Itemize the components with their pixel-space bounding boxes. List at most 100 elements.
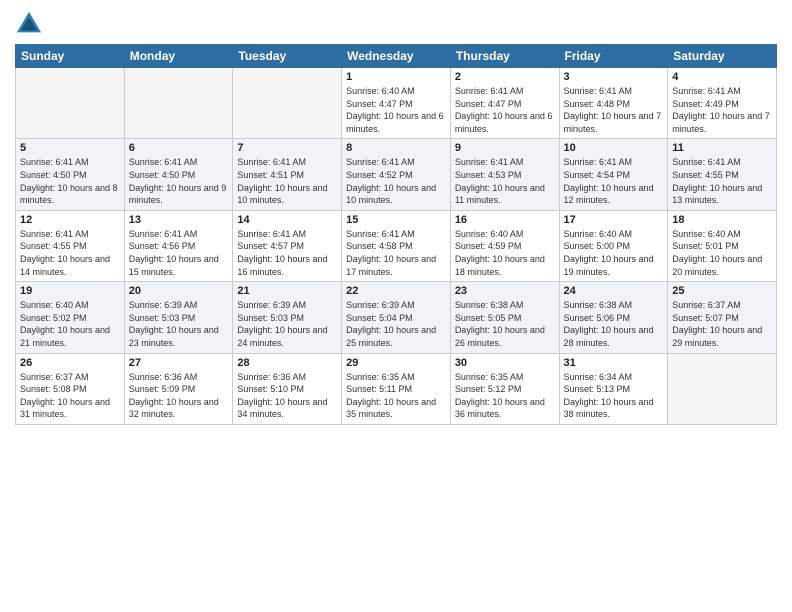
calendar-cell: 23 Sunrise: 6:38 AMSunset: 5:05 PMDayligh… [450,282,559,353]
sunset-text: Sunset: 4:56 PM [129,241,196,251]
daylight-text: Daylight: 10 hours and 35 minutes. [346,397,436,420]
day-number: 15 [346,214,446,226]
day-info: Sunrise: 6:40 AMSunset: 4:59 PMDaylight:… [455,228,555,278]
sunset-text: Sunset: 4:51 PM [237,170,304,180]
calendar-week-row: 19 Sunrise: 6:40 AMSunset: 5:02 PMDayligh… [16,282,777,353]
day-info: Sunrise: 6:37 AMSunset: 5:07 PMDaylight:… [672,299,772,349]
daylight-text: Daylight: 10 hours and 32 minutes. [129,397,219,420]
sunrise-text: Sunrise: 6:41 AM [237,229,306,239]
day-info: Sunrise: 6:39 AMSunset: 5:03 PMDaylight:… [129,299,229,349]
weekday-header: Wednesday [342,45,451,68]
day-info: Sunrise: 6:36 AMSunset: 5:10 PMDaylight:… [237,371,337,421]
daylight-text: Daylight: 10 hours and 10 minutes. [237,183,327,206]
daylight-text: Daylight: 10 hours and 31 minutes. [20,397,110,420]
daylight-text: Daylight: 10 hours and 10 minutes. [346,183,436,206]
day-number: 14 [237,214,337,226]
calendar-cell: 19 Sunrise: 6:40 AMSunset: 5:02 PMDayligh… [16,282,125,353]
day-info: Sunrise: 6:41 AMSunset: 4:47 PMDaylight:… [455,85,555,135]
sunset-text: Sunset: 4:54 PM [564,170,631,180]
day-number: 28 [237,357,337,369]
logo-icon [15,10,43,38]
day-number: 25 [672,285,772,297]
day-number: 31 [564,357,664,369]
sunrise-text: Sunrise: 6:41 AM [129,229,198,239]
calendar-cell: 1Sunrise: 6:40 AMSunset: 4:47 PMDaylight… [342,68,451,139]
day-info: Sunrise: 6:41 AMSunset: 4:51 PMDaylight:… [237,156,337,206]
sunrise-text: Sunrise: 6:41 AM [672,86,741,96]
daylight-text: Daylight: 10 hours and 29 minutes. [672,325,762,348]
day-number: 19 [20,285,120,297]
sunset-text: Sunset: 5:06 PM [564,313,631,323]
daylight-text: Daylight: 10 hours and 24 minutes. [237,325,327,348]
calendar-cell: 11Sunrise: 6:41 AMSunset: 4:55 PMDayligh… [668,139,777,210]
day-info: Sunrise: 6:40 AMSunset: 4:47 PMDaylight:… [346,85,446,135]
day-info: Sunrise: 6:41 AMSunset: 4:58 PMDaylight:… [346,228,446,278]
day-number: 23 [455,285,555,297]
calendar-cell: 16Sunrise: 6:40 AMSunset: 4:59 PMDayligh… [450,210,559,281]
calendar-cell: 10 Sunrise: 6:41 AMSunset: 4:54 PMDayligh… [559,139,668,210]
sunset-text: Sunset: 5:03 PM [237,313,304,323]
day-number: 22 [346,285,446,297]
calendar-cell: 8Sunrise: 6:41 AMSunset: 4:52 PMDaylight… [342,139,451,210]
day-number: 6 [129,142,229,154]
sunset-text: Sunset: 4:48 PM [564,99,631,109]
calendar-cell: 20Sunrise: 6:39 AMSunset: 5:03 PMDayligh… [124,282,233,353]
day-info: Sunrise: 6:40 AMSunset: 5:01 PMDaylight:… [672,228,772,278]
sunset-text: Sunset: 4:59 PM [455,241,522,251]
day-info: Sunrise: 6:40 AMSunset: 5:02 PMDaylight:… [20,299,120,349]
calendar-cell: 3Sunrise: 6:41 AMSunset: 4:48 PMDaylight… [559,68,668,139]
daylight-text: Daylight: 10 hours and 19 minutes. [564,254,654,277]
day-info: Sunrise: 6:41 AMSunset: 4:49 PMDaylight:… [672,85,772,135]
daylight-text: Daylight: 10 hours and 6 minutes. [455,111,553,134]
daylight-text: Daylight: 10 hours and 15 minutes. [129,254,219,277]
sunset-text: Sunset: 4:47 PM [455,99,522,109]
day-info: Sunrise: 6:38 AMSunset: 5:05 PMDaylight:… [455,299,555,349]
daylight-text: Daylight: 10 hours and 8 minutes. [20,183,118,206]
sunset-text: Sunset: 5:00 PM [564,241,631,251]
calendar-cell: 12Sunrise: 6:41 AMSunset: 4:55 PMDayligh… [16,210,125,281]
day-number: 8 [346,142,446,154]
weekday-header: Monday [124,45,233,68]
daylight-text: Daylight: 10 hours and 26 minutes. [455,325,545,348]
daylight-text: Daylight: 10 hours and 25 minutes. [346,325,436,348]
sunrise-text: Sunrise: 6:37 AM [20,372,89,382]
weekday-header: Thursday [450,45,559,68]
daylight-text: Daylight: 10 hours and 21 minutes. [20,325,110,348]
sunrise-text: Sunrise: 6:40 AM [20,300,89,310]
day-number: 12 [20,214,120,226]
sunset-text: Sunset: 4:47 PM [346,99,413,109]
calendar-cell [16,68,125,139]
calendar-week-row: 5Sunrise: 6:41 AMSunset: 4:50 PMDaylight… [16,139,777,210]
calendar-cell: 27Sunrise: 6:36 AMSunset: 5:09 PMDayligh… [124,353,233,424]
daylight-text: Daylight: 10 hours and 6 minutes. [346,111,444,134]
sunrise-text: Sunrise: 6:40 AM [672,229,741,239]
day-number: 13 [129,214,229,226]
calendar-cell: 26Sunrise: 6:37 AMSunset: 5:08 PMDayligh… [16,353,125,424]
day-number: 29 [346,357,446,369]
day-info: Sunrise: 6:41 AMSunset: 4:50 PMDaylight:… [129,156,229,206]
sunrise-text: Sunrise: 6:37 AM [672,300,741,310]
calendar-cell: 9Sunrise: 6:41 AMSunset: 4:53 PMDaylight… [450,139,559,210]
daylight-text: Daylight: 10 hours and 38 minutes. [564,397,654,420]
calendar-cell [668,353,777,424]
daylight-text: Daylight: 10 hours and 13 minutes. [672,183,762,206]
day-info: Sunrise: 6:41 AMSunset: 4:57 PMDaylight:… [237,228,337,278]
sunrise-text: Sunrise: 6:41 AM [564,86,633,96]
day-number: 10 [564,142,664,154]
day-info: Sunrise: 6:35 AMSunset: 5:11 PMDaylight:… [346,371,446,421]
day-info: Sunrise: 6:39 AMSunset: 5:04 PMDaylight:… [346,299,446,349]
sunset-text: Sunset: 4:55 PM [672,170,739,180]
sunset-text: Sunset: 4:50 PM [20,170,87,180]
sunset-text: Sunset: 5:04 PM [346,313,413,323]
day-info: Sunrise: 6:35 AMSunset: 5:12 PMDaylight:… [455,371,555,421]
day-number: 27 [129,357,229,369]
calendar-cell: 24Sunrise: 6:38 AMSunset: 5:06 PMDayligh… [559,282,668,353]
day-number: 30 [455,357,555,369]
sunrise-text: Sunrise: 6:41 AM [20,229,89,239]
sunset-text: Sunset: 4:50 PM [129,170,196,180]
day-info: Sunrise: 6:37 AMSunset: 5:08 PMDaylight:… [20,371,120,421]
calendar-cell: 21Sunrise: 6:39 AMSunset: 5:03 PMDayligh… [233,282,342,353]
day-info: Sunrise: 6:41 AMSunset: 4:54 PMDaylight:… [564,156,664,206]
sunrise-text: Sunrise: 6:41 AM [346,229,415,239]
sunset-text: Sunset: 4:55 PM [20,241,87,251]
